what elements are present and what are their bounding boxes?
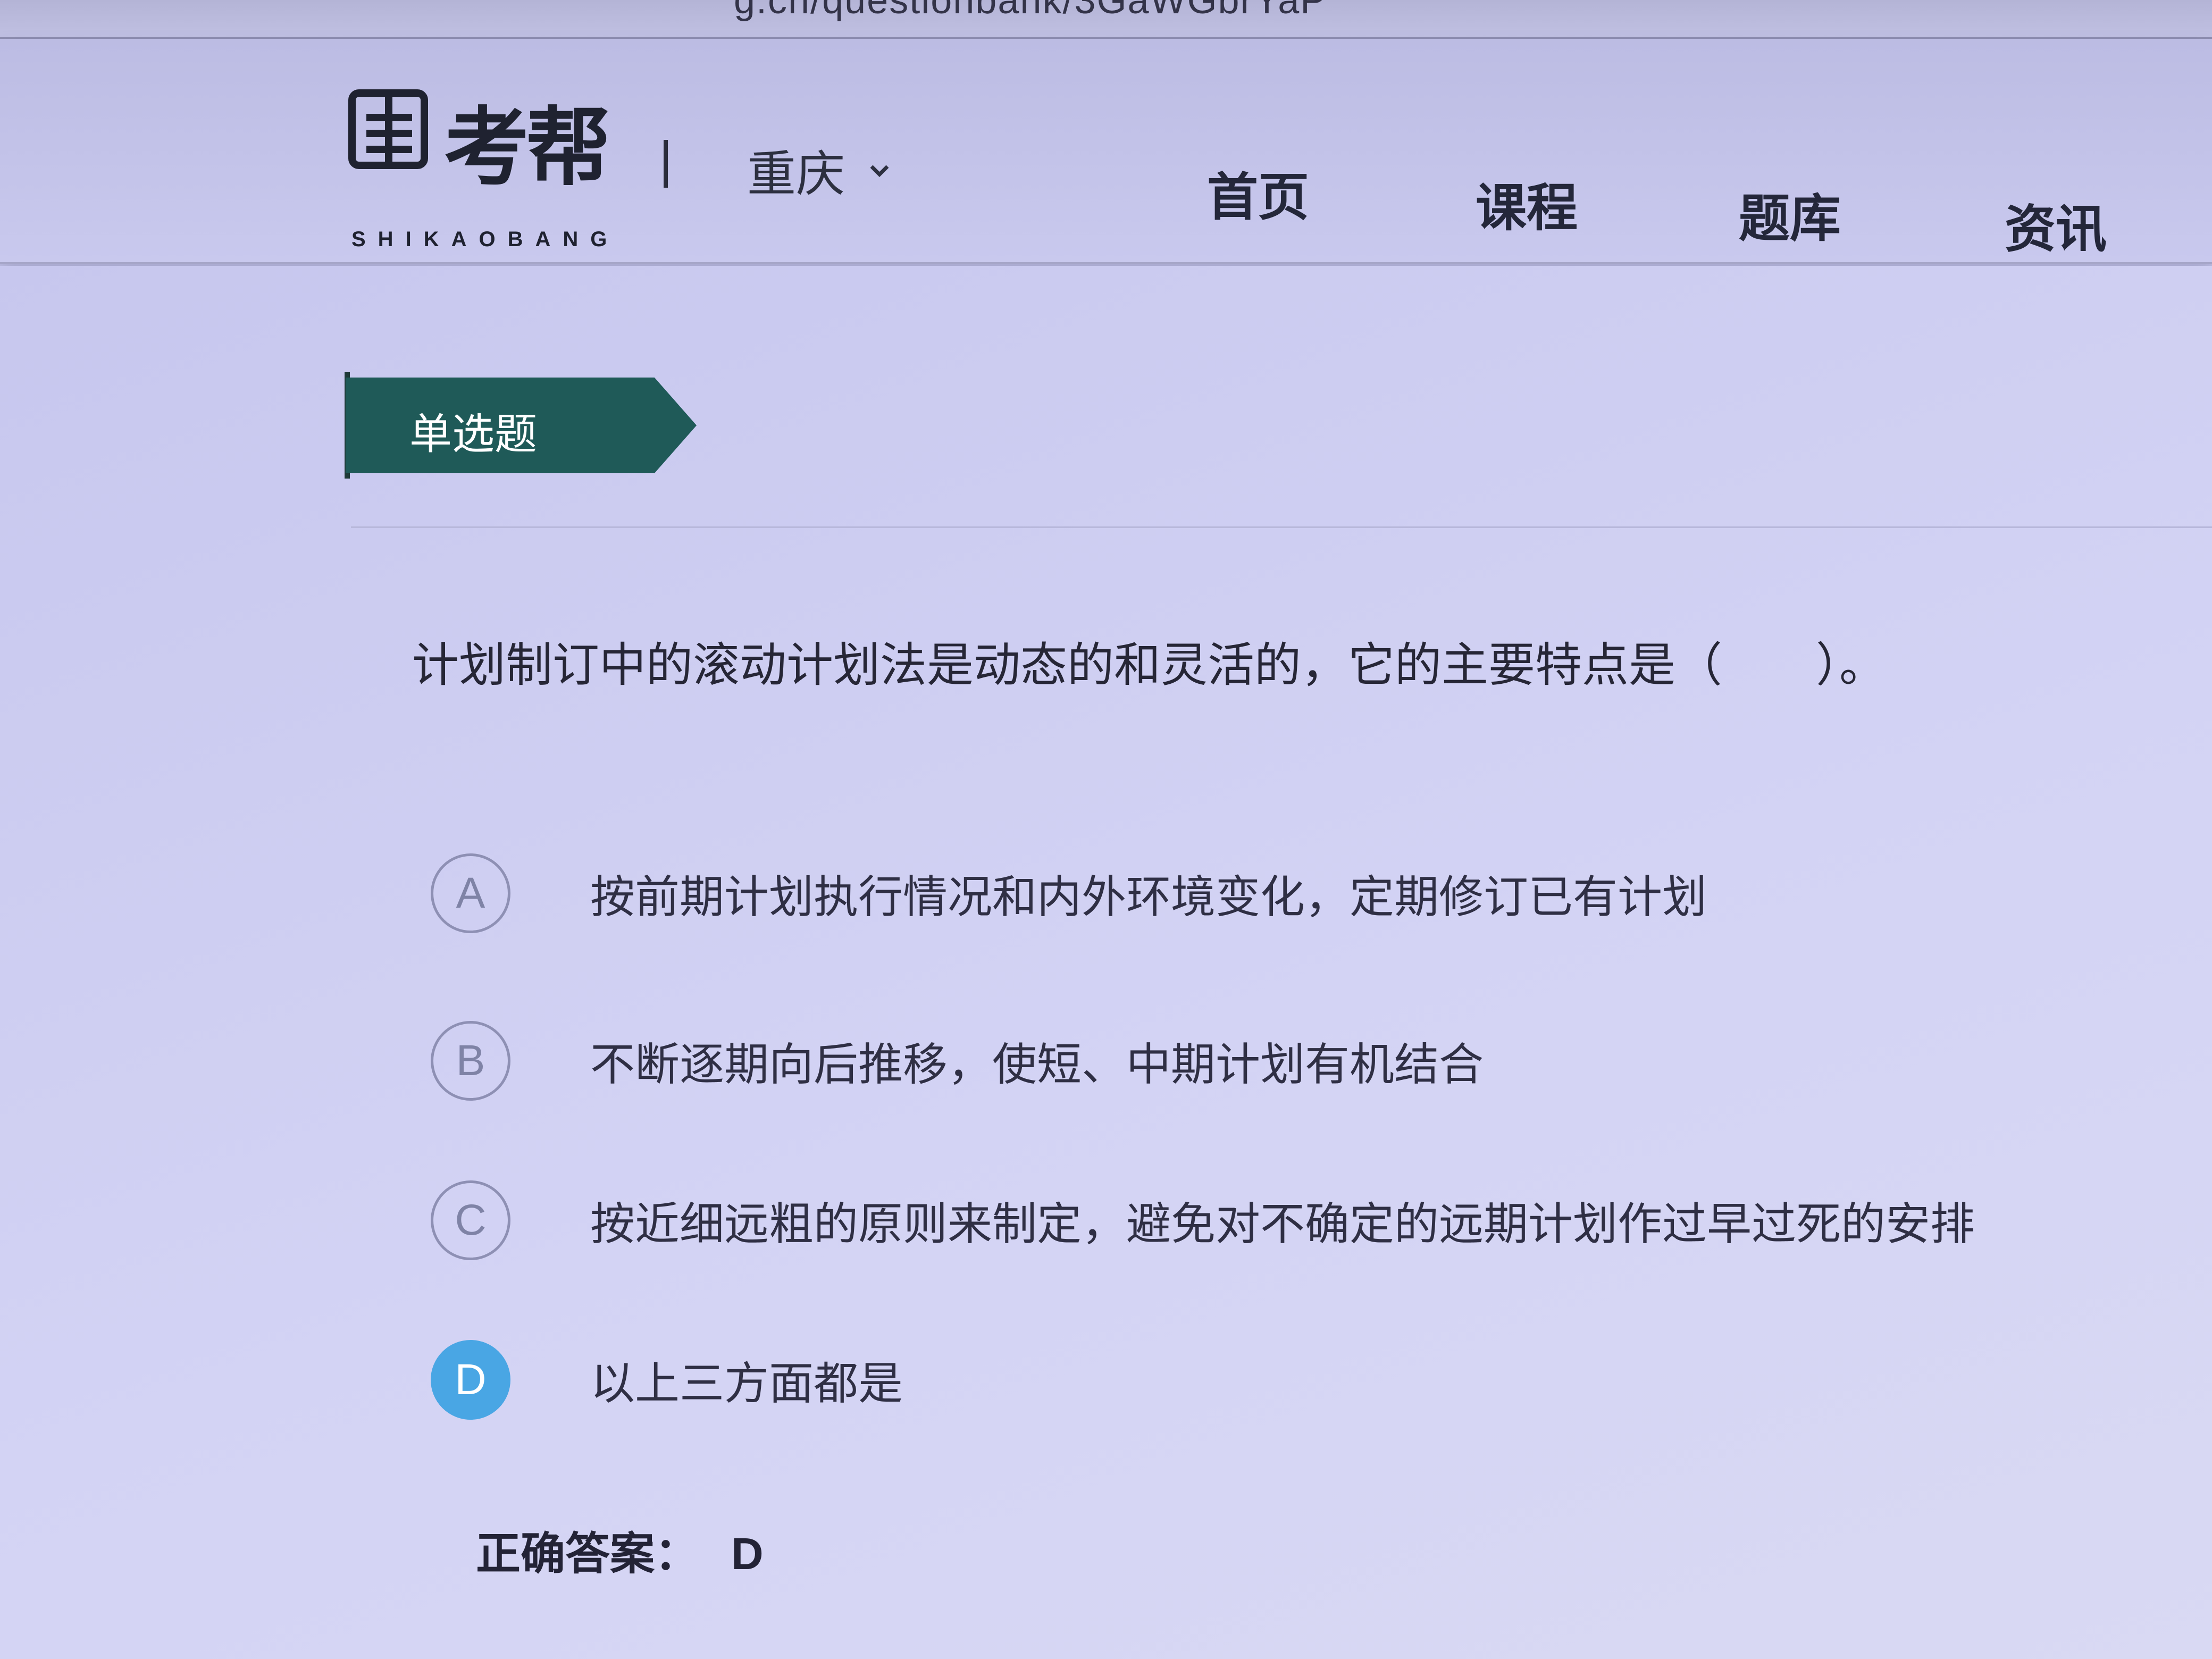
option-c[interactable]: C 按近细远粗的原则来制定，避免对不确定的远期计划作过早过死的安排 <box>431 1180 1975 1260</box>
option-letter-circle-selected[interactable]: D <box>431 1340 510 1420</box>
correct-answer: 正确答案： D <box>476 1518 764 1582</box>
logo-divider <box>664 140 668 188</box>
logo-text: 考帮 <box>444 98 611 197</box>
option-d[interactable]: D 以上三方面都是 <box>431 1340 903 1420</box>
option-text: 以上三方面都是 <box>590 1357 903 1410</box>
city-selector[interactable]: 重庆 <box>747 135 893 205</box>
option-a[interactable]: A 按前期计划执行情况和内外环境变化，定期修订已有计划 <box>431 853 1707 933</box>
browser-address-bar[interactable]: g.cn/questionbank/3GaWGbrYaP <box>0 0 2212 39</box>
nav-courses[interactable]: 课程 <box>1476 166 1578 240</box>
question-type-label: 单选题 <box>409 409 537 459</box>
logo-subtitle: SHIKAOBANG <box>351 228 619 251</box>
answer-label: 正确答案： <box>476 1528 700 1580</box>
divider <box>351 526 2212 528</box>
answer-value: D <box>731 1529 764 1579</box>
question-panel: 单选题 计划制订中的滚动计划法是动态的和灵活的，它的主要特点是（ ）。 A 按前… <box>0 266 2212 1659</box>
question-type-tag: 单选题 <box>346 378 697 473</box>
city-label: 重庆 <box>747 146 845 203</box>
question-stem: 计划制订中的滚动计划法是动态的和灵活的，它的主要特点是（ ）。 <box>412 638 1887 692</box>
nav-question-bank[interactable]: 题库 <box>1739 177 1841 251</box>
option-letter-circle[interactable]: B <box>431 1021 510 1101</box>
option-letter-circle[interactable]: A <box>431 853 510 933</box>
chevron-down-icon <box>870 165 889 177</box>
site-header: 考帮 SHIKAOBANG 重庆 首页 课程 题库 资讯 <box>0 39 2212 264</box>
option-text: 不断逐期向后推移，使短、中期计划有机结合 <box>590 1038 1484 1091</box>
url-text: g.cn/questionbank/3GaWGbrYaP <box>734 0 1327 22</box>
option-b[interactable]: B 不断逐期向后推移，使短、中期计划有机结合 <box>431 1021 1484 1101</box>
nav-home[interactable]: 首页 <box>1207 156 1309 230</box>
option-letter-circle[interactable]: C <box>431 1180 510 1260</box>
nav-news[interactable]: 资讯 <box>2005 188 2107 262</box>
option-text: 按前期计划执行情况和内外环境变化，定期修订已有计划 <box>590 870 1707 923</box>
logo-icon <box>348 89 428 169</box>
option-text: 按近细远粗的原则来制定，避免对不确定的远期计划作过早过死的安排 <box>590 1197 1975 1250</box>
site-logo[interactable]: 考帮 SHIKAOBANG <box>348 89 625 259</box>
